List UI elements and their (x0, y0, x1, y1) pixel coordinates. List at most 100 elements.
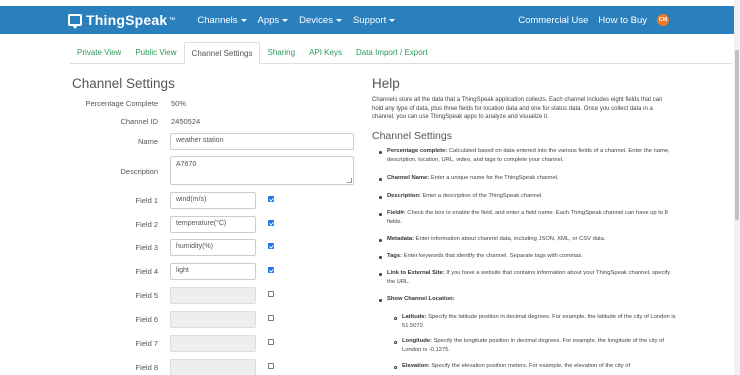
field-5-input[interactable] (170, 287, 256, 304)
help-text: Enter keywords that identify the channel… (402, 253, 583, 259)
top-navbar: ThingSpeak ™ Channels Apps Devices Suppo… (0, 6, 734, 34)
nav-channels[interactable]: Channels (197, 15, 247, 26)
name-label: Name (137, 137, 158, 146)
brand-logo[interactable]: ThingSpeak ™ (68, 12, 175, 29)
field-7-checkbox[interactable] (268, 339, 274, 345)
bullet-icon (379, 196, 382, 199)
field-8-label: Field 8 (135, 363, 158, 372)
field-6-checkbox[interactable] (268, 315, 274, 321)
help-subtitle: Channel Settings (372, 130, 452, 142)
bullet-icon (379, 151, 382, 154)
percentage-complete-label: Percentage Complete (85, 99, 158, 108)
help-term: Latitude: (402, 314, 427, 320)
bullet-icon (379, 299, 382, 302)
help-item-external-site: Link to External Site: If you have a web… (387, 269, 677, 286)
help-text: Enter information about channel data, in… (414, 236, 606, 242)
help-text: Enter a unique name for the ThingSpeak c… (429, 175, 559, 181)
circle-bullet-icon (394, 317, 397, 320)
nav-support-label: Support (352, 14, 387, 26)
help-item-field: Field#: Check the box to enable the fiel… (387, 209, 677, 226)
bullet-icon (379, 178, 382, 181)
settings-title: Channel Settings (72, 76, 175, 91)
help-text: Enter a description of the ThingSpeak ch… (420, 193, 543, 199)
field-8-checkbox[interactable] (268, 363, 274, 369)
field-2-label: Field 2 (135, 220, 158, 229)
tab-public-view[interactable]: Public View (128, 42, 183, 64)
field-1-checkbox[interactable] (268, 196, 274, 202)
tab-sharing[interactable]: Sharing (260, 42, 302, 64)
nav-apps-label: Apps (257, 14, 280, 26)
field-7-input[interactable] (170, 335, 256, 352)
nav-support[interactable]: Support (352, 14, 396, 26)
help-item-description: Description: Enter a description of the … (387, 192, 677, 201)
field-6-label: Field 6 (135, 315, 158, 324)
help-term: Tags: (387, 253, 403, 259)
help-term: Channel Name: (387, 175, 430, 181)
nav-apps[interactable]: Apps (258, 15, 289, 26)
field-6-input[interactable] (170, 311, 256, 328)
field-5-checkbox[interactable] (268, 291, 274, 297)
chevron-down-icon (240, 18, 247, 22)
bullet-icon (379, 239, 382, 242)
field-2-input[interactable]: temperature(°C) (170, 216, 256, 233)
help-item-percentage: Percentage complete: Calculated based on… (387, 147, 677, 164)
description-text: A7670 (176, 161, 197, 168)
field-4-label: Field 4 (135, 267, 158, 276)
bullet-icon (379, 273, 382, 276)
percentage-complete-value: 50% (171, 99, 187, 108)
tab-channel-settings[interactable]: Channel Settings (183, 42, 261, 64)
resize-grip-icon[interactable] (347, 178, 352, 183)
help-subitem-latitude: Latitude: Specify the latitude position … (402, 313, 677, 330)
field-3-input[interactable]: humidity(%) (170, 239, 256, 256)
nav-menu: Channels Apps Devices Support (197, 15, 406, 26)
help-subitem-longitude: Longitude: Specify the longitude positio… (402, 337, 677, 354)
field-3-checkbox[interactable] (268, 243, 274, 249)
help-term: Field#: (387, 210, 406, 216)
name-input[interactable]: weather station (170, 133, 354, 150)
page-scrollbar[interactable] (734, 0, 740, 375)
field-4-input[interactable]: light (170, 263, 256, 280)
help-item-metadata: Metadata: Enter information about channe… (387, 235, 677, 244)
field-8-input[interactable] (170, 359, 256, 375)
help-term: Metadata: (387, 236, 415, 242)
help-term: Description: (387, 193, 421, 199)
help-text: Specify the elevation position meters. F… (429, 363, 631, 369)
bullet-icon (379, 256, 382, 259)
tab-data-import-export[interactable]: Data Import / Export (349, 42, 435, 64)
channel-id-value: 2450524 (171, 117, 201, 126)
channel-id-label: Channel ID (120, 117, 158, 126)
field-4-checkbox[interactable] (268, 267, 274, 273)
help-title: Help (372, 76, 400, 91)
help-term: Elevation: (402, 363, 430, 369)
chevron-down-icon (335, 18, 342, 22)
nav-how-to-buy[interactable]: How to Buy (598, 15, 647, 26)
tab-api-keys[interactable]: API Keys (302, 42, 349, 64)
help-item-channel-name: Channel Name: Enter a unique name for th… (387, 174, 677, 183)
chevron-down-icon (282, 18, 289, 22)
field-5-label: Field 5 (135, 291, 158, 300)
nav-right: Commercial Use How to Buy CM (518, 14, 669, 26)
circle-bullet-icon (394, 341, 397, 344)
chevron-down-icon (389, 18, 396, 22)
channel-tabs: Private View Public View Channel Setting… (70, 42, 732, 64)
tab-private-view[interactable]: Private View (70, 42, 128, 64)
help-item-show-location: Show Channel Location: (387, 295, 677, 304)
help-text: Check the box to enable the field, and e… (387, 210, 668, 225)
nav-devices[interactable]: Devices (299, 15, 342, 26)
field-3-label: Field 3 (135, 243, 158, 252)
help-term: Link to External Site: (387, 270, 445, 276)
user-avatar[interactable]: CM (657, 14, 669, 26)
bullet-icon (379, 213, 382, 216)
description-label: Description (120, 167, 158, 176)
field-2-checkbox[interactable] (268, 220, 274, 226)
description-textarea[interactable]: A7670 (170, 156, 354, 185)
scrollbar-thumb[interactable] (735, 50, 739, 220)
help-term: Percentage complete: (387, 148, 448, 154)
nav-commercial-use[interactable]: Commercial Use (518, 15, 588, 26)
help-intro: Channels store all the data that a Thing… (372, 97, 663, 120)
help-text: Specify the longitude position in decima… (402, 338, 664, 353)
help-item-tags: Tags: Enter keywords that identify the c… (387, 252, 677, 261)
circle-bullet-icon (394, 366, 397, 369)
field-1-label: Field 1 (135, 196, 158, 205)
field-1-input[interactable]: wind(m/s) (170, 192, 256, 209)
